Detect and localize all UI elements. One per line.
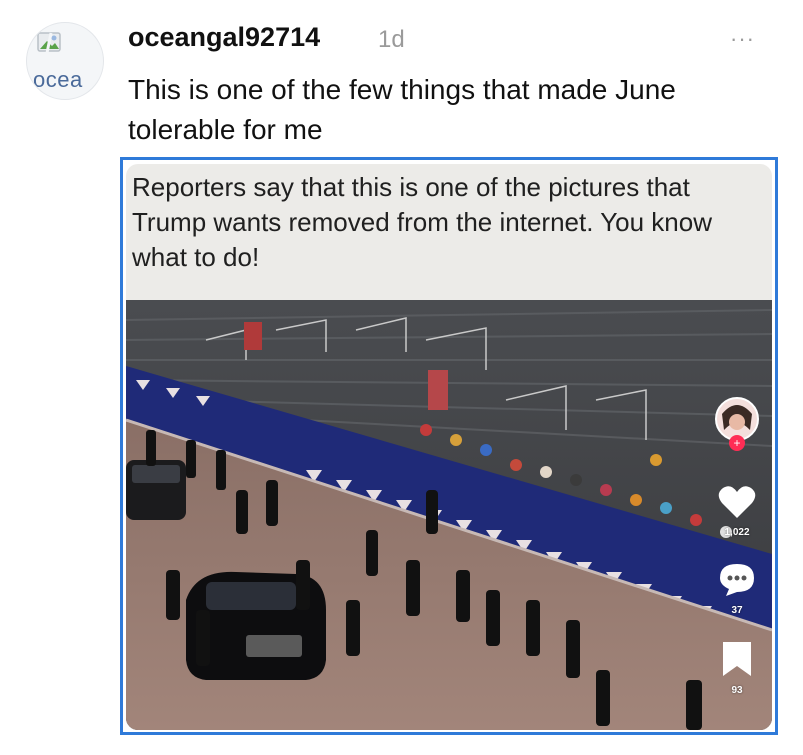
like-button[interactable]: 1,022 (712, 484, 762, 538)
broken-image-icon (37, 32, 61, 54)
post-image[interactable]: Reporters say that this is one of the pi… (126, 164, 772, 730)
avatar-alt-text: ocea (33, 67, 83, 92)
save-button[interactable]: 93 (712, 640, 762, 696)
comment-bubble-icon (720, 564, 754, 596)
post-time: 1d (378, 26, 405, 53)
comment-button[interactable]: 37 (712, 562, 762, 616)
image-caption: Reporters say that this is one of the pi… (132, 172, 712, 272)
comment-count: 37 (731, 605, 743, 616)
creator-avatar-icon: + (715, 397, 759, 451)
save-count: 93 (731, 685, 743, 696)
heart-icon (718, 486, 756, 518)
creator-avatar[interactable]: + (712, 396, 762, 457)
post-text: This is one of the few things that made … (128, 74, 676, 145)
like-count: 1,022 (724, 527, 750, 538)
avatar[interactable]: ocea (26, 22, 104, 100)
follow-badge: + (733, 436, 740, 450)
more-options-icon[interactable]: ··· (730, 26, 755, 52)
bookmark-icon (723, 642, 751, 676)
username[interactable]: oceangal92714 (128, 22, 320, 53)
motorcade-photo (126, 300, 772, 730)
